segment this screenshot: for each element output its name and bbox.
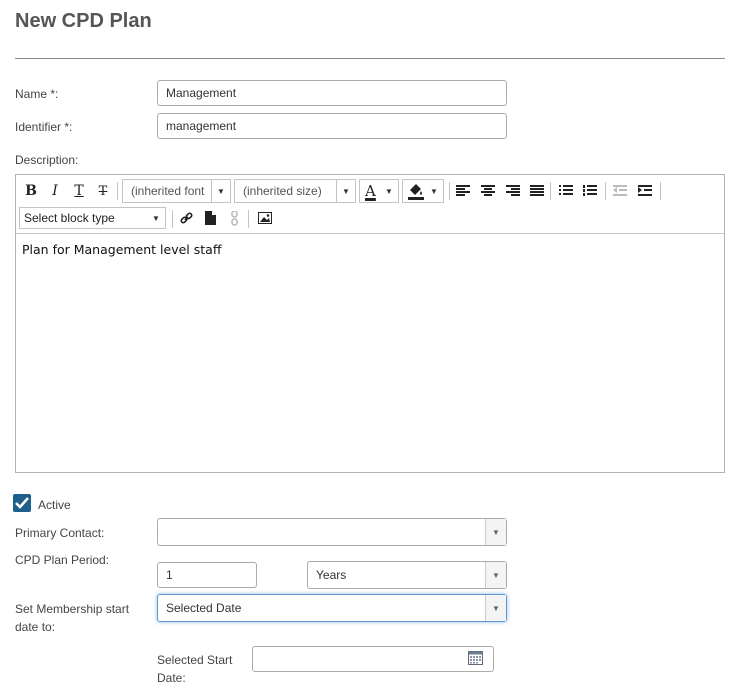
active-checkbox[interactable] — [13, 494, 31, 512]
outdent-icon[interactable] — [613, 185, 627, 197]
calendar-icon[interactable] — [468, 651, 483, 665]
plan-period-label: CPD Plan Period: — [15, 553, 110, 567]
document-icon[interactable] — [205, 211, 216, 225]
identifier-label: Identifier *: — [15, 120, 73, 134]
identifier-input[interactable]: management — [157, 113, 507, 139]
block-type-value: Select block type — [24, 211, 115, 225]
align-right-icon[interactable] — [506, 185, 520, 197]
chevron-down-icon[interactable]: ▼ — [336, 180, 355, 202]
membership-start-label-line1: Set Membership start — [15, 602, 130, 616]
block-type-select[interactable]: Select block type ▼ — [19, 207, 166, 229]
selected-start-date-label-line1: Selected Start — [157, 653, 233, 667]
membership-start-select[interactable]: Selected Date ▼ — [157, 594, 507, 622]
link-icon[interactable] — [180, 212, 193, 225]
italic-button[interactable]: I — [46, 180, 64, 202]
indent-icon[interactable] — [638, 185, 652, 197]
selected-start-date-input[interactable] — [252, 646, 494, 672]
plan-period-unit-value: Years — [316, 568, 347, 582]
font-size-select[interactable]: (inherited size) ▼ — [234, 179, 356, 203]
font-family-select[interactable]: (inherited font ▼ — [122, 179, 231, 203]
toolbar-separator — [449, 182, 450, 200]
check-icon — [15, 497, 29, 509]
font-family-value: (inherited font — [131, 184, 205, 198]
name-input[interactable]: Management — [157, 80, 507, 106]
font-size-value: (inherited size) — [243, 184, 322, 198]
editor-content[interactable]: Plan for Management level staff — [22, 242, 221, 257]
toolbar-separator — [117, 182, 118, 200]
membership-start-value: Selected Date — [166, 601, 242, 615]
description-label: Description: — [15, 153, 79, 167]
primary-contact-select[interactable]: ▼ — [157, 518, 507, 546]
plan-period-unit-select[interactable]: Years ▼ — [307, 561, 507, 589]
underline-button[interactable]: T — [70, 180, 88, 202]
plan-period-amount-input[interactable]: 1 — [157, 562, 257, 588]
primary-contact-label: Primary Contact: — [15, 526, 105, 540]
strikethrough-button[interactable]: T — [94, 180, 112, 202]
page-title: New CPD Plan — [15, 10, 152, 32]
toolbar-separator — [248, 210, 249, 228]
paint-bucket-icon — [408, 184, 424, 200]
toolbar-separator — [660, 182, 661, 200]
font-color-icon: A — [365, 182, 376, 200]
bullet-list-icon[interactable] — [559, 185, 573, 197]
chevron-down-icon[interactable]: ▼ — [380, 180, 398, 202]
align-center-icon[interactable] — [481, 185, 495, 197]
toolbar-separator — [172, 210, 173, 228]
chevron-down-icon[interactable]: ▼ — [485, 595, 506, 621]
numbered-list-icon[interactable] — [583, 185, 597, 197]
chevron-down-icon[interactable]: ▼ — [211, 180, 230, 202]
background-color-button[interactable]: ▼ — [402, 179, 444, 203]
image-icon[interactable] — [258, 212, 272, 224]
selected-start-date-label-line2: Date: — [157, 671, 186, 685]
align-justify-icon[interactable] — [530, 185, 544, 197]
membership-start-label-line2: date to: — [15, 620, 56, 634]
chevron-down-icon[interactable]: ▼ — [485, 519, 506, 545]
name-label: Name *: — [15, 87, 59, 101]
rich-text-editor: B I T T (inherited font ▼ (inherited siz… — [15, 174, 725, 473]
chevron-down-icon[interactable]: ▼ — [425, 180, 443, 202]
font-color-button[interactable]: A ▼ — [359, 179, 399, 203]
toolbar-separator — [605, 182, 606, 200]
bold-button[interactable]: B — [22, 180, 40, 202]
editor-toolbar: B I T T (inherited font ▼ (inherited siz… — [16, 175, 724, 234]
unlink-icon[interactable] — [230, 211, 240, 226]
align-left-icon[interactable] — [456, 185, 470, 197]
chevron-down-icon[interactable]: ▼ — [147, 208, 165, 228]
toolbar-separator — [550, 182, 551, 200]
active-label: Active — [38, 498, 71, 512]
title-divider — [15, 58, 725, 59]
chevron-down-icon[interactable]: ▼ — [485, 562, 506, 588]
